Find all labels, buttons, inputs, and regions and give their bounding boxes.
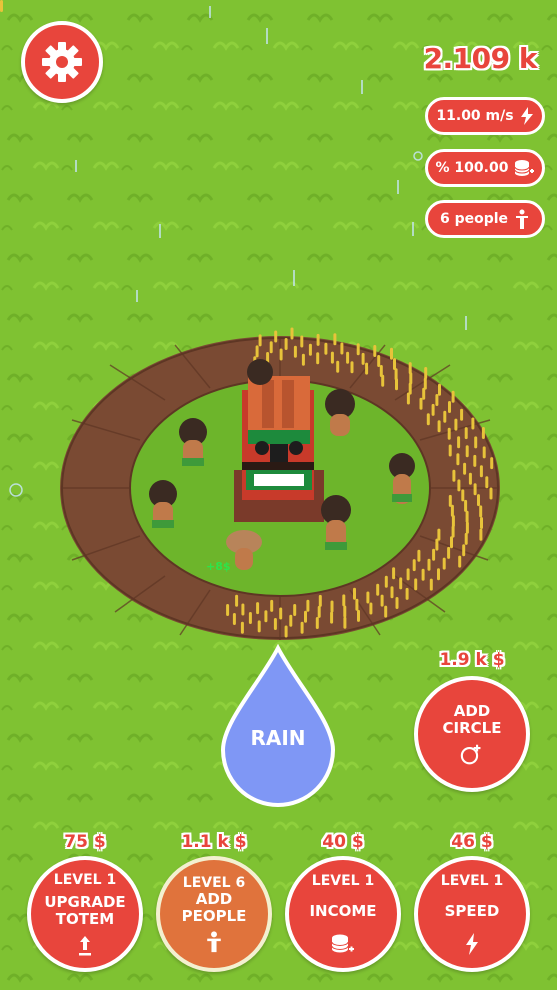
speed-stat-value: 11.00 m/s [436, 108, 514, 124]
add-circle-line1: ADD [453, 701, 491, 720]
circle-plus-icon [460, 744, 481, 765]
add-circle-price: 1.9 k $ [439, 650, 505, 670]
upgrade-totem-price: 75 $ [64, 832, 106, 852]
person-icon [207, 931, 221, 953]
people-stat: 6 people [425, 200, 545, 238]
speed-price: 46 $ [451, 832, 493, 852]
lightning-icon [520, 107, 533, 125]
percent-stat: % 100.00 [425, 149, 545, 187]
add-people-price: 1.1 k $ [181, 832, 247, 852]
coins-icon [331, 934, 354, 953]
add-people-group: 1.1 k $ LEVEL 6 ADD PEOPLE [156, 832, 272, 972]
upgrade-totem-line1: UPGRADE [44, 892, 126, 911]
upgrade-totem-line2: TOTEM [55, 910, 115, 929]
income-group: 40 $ LEVEL 1 INCOME [285, 832, 401, 972]
speed-group: 46 $ LEVEL 1 SPEED [414, 832, 530, 972]
rain-button-label: RAIN [250, 726, 306, 750]
income-level: LEVEL 1 [311, 873, 375, 890]
lightning-icon [466, 932, 478, 955]
arrow-up-icon [79, 936, 91, 956]
money-counter: 2.109 k [423, 42, 538, 75]
upgrade-totem-level: LEVEL 1 [53, 871, 117, 888]
speed-line1: SPEED [444, 902, 500, 921]
coins-icon [514, 160, 535, 176]
floating-income-text: +8$ [206, 560, 231, 573]
speed-stat: 11.00 m/s [425, 97, 545, 135]
gear-icon [42, 42, 82, 82]
income-line1: INCOME [309, 902, 377, 921]
upgrade-totem-group: 75 $ LEVEL 1 UPGRADE TOTEM [27, 832, 143, 972]
add-people-level: LEVEL 6 [182, 874, 246, 891]
add-people-button[interactable]: LEVEL 6 ADD PEOPLE [156, 856, 272, 972]
speed-button[interactable]: LEVEL 1 SPEED [414, 856, 530, 972]
settings-button[interactable] [21, 21, 103, 103]
people-stat-value: 6 people [439, 211, 509, 227]
rain-button[interactable]: RAIN [219, 643, 337, 808]
add-circle-button[interactable]: ADD CIRCLE [414, 676, 530, 792]
income-price: 40 $ [322, 832, 364, 852]
add-people-line2: PEOPLE [181, 907, 247, 926]
add-circle-line2: CIRCLE [442, 719, 502, 737]
income-button[interactable]: LEVEL 1 INCOME [285, 856, 401, 972]
totem [234, 376, 324, 522]
percent-stat-value: % 100.00 [435, 160, 509, 176]
add-people-line1: ADD [195, 889, 233, 908]
person-icon [516, 209, 529, 229]
upgrade-totem-button[interactable]: LEVEL 1 UPGRADE TOTEM [27, 856, 143, 972]
add-circle-group: 1.9 k $ ADD CIRCLE [414, 650, 530, 792]
speed-level: LEVEL 1 [440, 873, 504, 890]
